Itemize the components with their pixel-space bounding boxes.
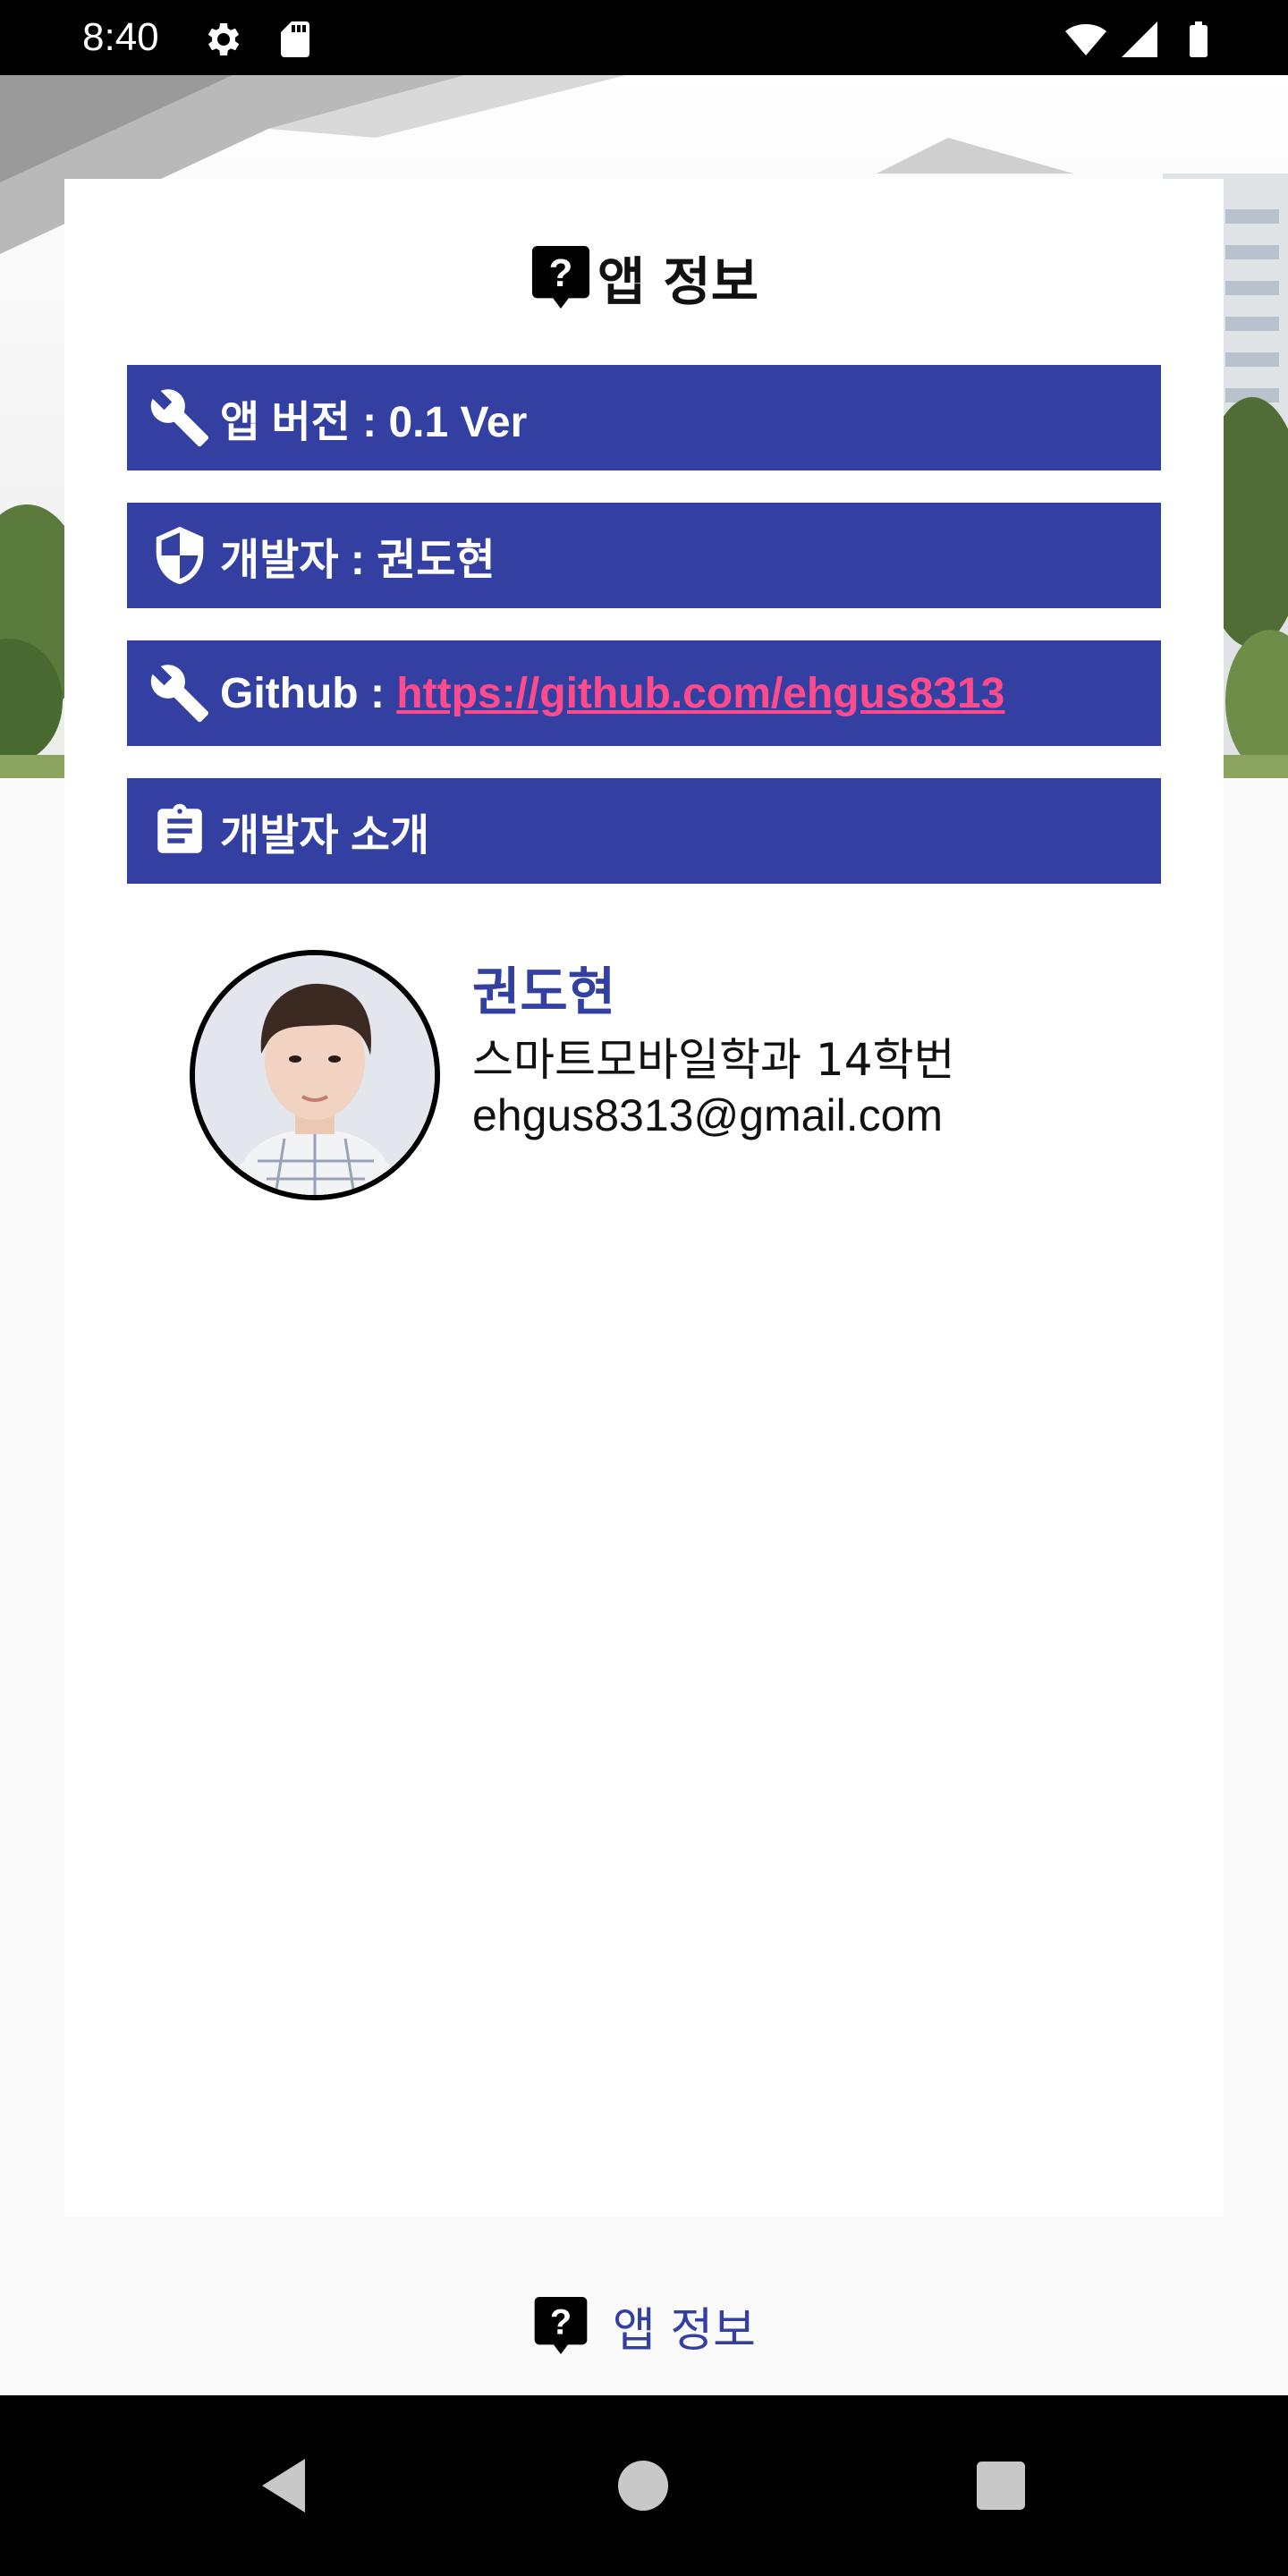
svg-text:?: ?: [548, 251, 572, 295]
info-row-github: Github : https://github.com/ehgus8313: [127, 640, 1161, 746]
bottom-tab-label: 앱 정보: [612, 2303, 757, 2358]
navigation-bar: [0, 2395, 1288, 2576]
info-row-developer: 개발자 : 권도현: [127, 503, 1161, 608]
developer-intro-text: 개발자 소개: [220, 812, 430, 860]
recents-icon[interactable]: [962, 2447, 1039, 2524]
profile-name: 권도현: [472, 962, 616, 1022]
back-icon[interactable]: [245, 2447, 322, 2524]
home-icon[interactable]: [605, 2447, 682, 2524]
github-link[interactable]: https://github.com/ehgus8313: [396, 669, 1004, 718]
github-label: Github :: [220, 669, 397, 717]
wrench-icon: [140, 640, 220, 746]
status-bar: 8:40: [0, 0, 1288, 75]
bottom-tab-app-info[interactable]: ? 앱 정보: [0, 2272, 1288, 2379]
clipboard-icon: [140, 778, 220, 884]
profile-photo: [195, 955, 435, 1195]
signal-icon: [1122, 21, 1157, 57]
version-text: 앱 버전 : 0.1 Ver: [220, 399, 528, 446]
gear-icon: [208, 23, 240, 55]
wifi-icon: [1065, 24, 1106, 55]
profile-department: 스마트모바일학과 14학번: [472, 1034, 955, 1086]
shield-icon: [140, 503, 220, 608]
wrench-icon: [140, 365, 220, 470]
avatar: [190, 950, 440, 1200]
profile-email: ehgus8313@gmail.com: [472, 1090, 944, 1140]
card-title: ? 앱 정보: [64, 242, 1224, 313]
question-bubble-icon: ?: [531, 246, 589, 309]
info-row-developer-intro: 개발자 소개: [127, 778, 1161, 884]
page-title: 앱 정보: [597, 251, 759, 312]
svg-text:?: ?: [550, 2302, 572, 2342]
question-bubble-icon: ?: [534, 2297, 588, 2354]
sd-card-icon: [281, 21, 309, 57]
battery-icon: [1190, 21, 1208, 57]
info-row-version: 앱 버전 : 0.1 Ver: [127, 365, 1161, 470]
app-info-card: ? 앱 정보 앱 버전 : 0.1 Ver 개발자 : 권도현 Github :…: [64, 179, 1224, 2216]
status-time: 8:40: [82, 15, 159, 59]
developer-text: 개발자 : 권도현: [220, 537, 496, 584]
